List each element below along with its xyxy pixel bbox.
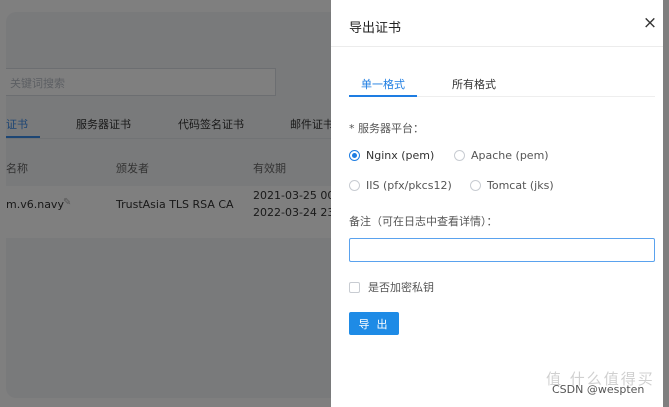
screenshot-frame: 关键词搜索 证书 服务器证书 代码签名证书 邮件证书 名称 颁发者 有效期 m.… xyxy=(0,0,669,407)
export-button[interactable]: 导 出 xyxy=(349,312,399,335)
radio-tomcat-label: Tomcat (jks) xyxy=(487,179,554,192)
header-divider xyxy=(331,46,663,47)
checkbox-box xyxy=(349,281,360,293)
radio-iis[interactable]: IIS (pfx/pkcs12) xyxy=(349,179,452,192)
radio-unselected-icon xyxy=(454,150,465,161)
close-icon[interactable]: × xyxy=(642,14,658,32)
radio-nginx-label: Nginx (pem) xyxy=(366,149,435,162)
radio-iis-label: IIS (pfx/pkcs12) xyxy=(366,179,452,192)
radio-apache-label: Apache (pem) xyxy=(471,149,549,162)
encrypt-private-key-checkbox[interactable]: 是否加密私钥 xyxy=(349,279,434,295)
radio-unselected-icon xyxy=(349,180,360,191)
tab-single-format[interactable]: 单一格式 xyxy=(361,76,405,92)
csdn-watermark: CSDN @wespten xyxy=(552,383,645,396)
radio-selected-icon xyxy=(349,150,360,161)
note-input[interactable] xyxy=(349,238,655,262)
tab-all-formats[interactable]: 所有格式 xyxy=(452,76,496,92)
drawer-title: 导出证书 xyxy=(349,21,402,36)
radio-unselected-icon xyxy=(470,180,481,191)
active-tab-indicator xyxy=(349,95,417,97)
export-certificate-drawer: 导出证书 × 单一格式 所有格式 * 服务器平台： Nginx (pem) Ap… xyxy=(331,0,663,407)
radio-nginx[interactable]: Nginx (pem) xyxy=(349,149,434,162)
radio-tomcat[interactable]: Tomcat (jks) xyxy=(470,179,554,192)
radio-apache[interactable]: Apache (pem) xyxy=(454,149,549,162)
platform-label: * 服务器平台： xyxy=(349,122,424,135)
note-label: 备注（可在日志中查看详情）： xyxy=(349,215,498,228)
encrypt-private-key-label: 是否加密私钥 xyxy=(368,281,434,294)
